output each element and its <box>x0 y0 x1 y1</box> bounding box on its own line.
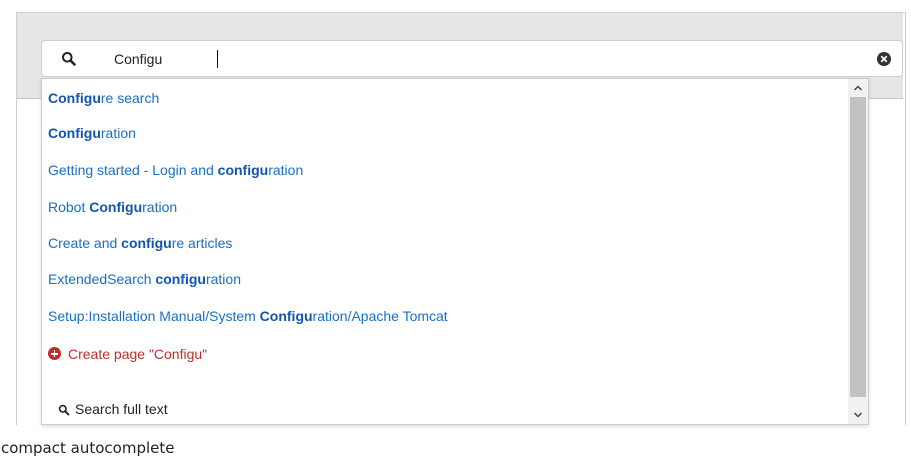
result-match-text: Configu <box>259 308 313 324</box>
scroll-up-arrow-icon[interactable] <box>848 79 868 97</box>
result-match-text: Configu <box>48 125 101 141</box>
cropped-text-fragment <box>330 0 335 6</box>
plus-circle-icon <box>48 347 61 360</box>
result-item[interactable]: Create and configure articles <box>48 232 232 254</box>
result-text: ration/Apache Tomcat <box>312 308 448 324</box>
result-text: Setup:Installation Manual/System <box>48 308 260 324</box>
result-text: re search <box>100 90 160 106</box>
text-caret <box>217 50 218 68</box>
cropped-text-line <box>0 0 911 8</box>
result-text: Getting started - Login and <box>48 162 218 178</box>
create-page-label: Create page "Configu" <box>68 346 208 362</box>
scroll-down-arrow-icon[interactable] <box>848 406 868 424</box>
result-text: ration <box>205 271 241 287</box>
result-item[interactable]: Setup:Installation Manual/System Configu… <box>48 305 448 327</box>
result-item[interactable]: Robot Configuration <box>48 196 177 218</box>
result-text: ExtendedSearch <box>48 271 156 287</box>
result-item[interactable]: Getting started - Login and configuratio… <box>48 159 303 181</box>
result-text: re articles <box>171 235 233 251</box>
result-match-text: Configu <box>89 199 143 215</box>
result-item[interactable]: Configuration <box>48 122 136 144</box>
result-item[interactable]: ExtendedSearch configuration <box>48 268 241 290</box>
search-full-text-button[interactable]: Search full text <box>58 398 168 420</box>
result-match-text: Configu <box>48 90 101 106</box>
result-text: Create and <box>48 235 122 251</box>
result-item[interactable]: Configure search <box>48 87 159 109</box>
search-full-text-label: Search full text <box>75 401 168 417</box>
cropped-text-fragment <box>120 0 125 6</box>
create-page-link[interactable]: Create page "Configu" <box>48 343 207 365</box>
result-text: ration <box>100 125 136 141</box>
search-input[interactable] <box>114 48 814 70</box>
result-text: Robot <box>48 199 90 215</box>
scrollbar-thumb[interactable] <box>850 97 866 397</box>
result-text: ration <box>142 199 178 215</box>
scrollbar[interactable] <box>848 79 868 424</box>
result-text: ration <box>268 162 304 178</box>
search-box[interactable] <box>41 40 903 77</box>
result-match-text: configu <box>155 271 206 287</box>
autocomplete-dropdown: Configure search Configuration Getting sta… <box>41 78 869 425</box>
search-icon <box>58 400 70 422</box>
clear-icon[interactable] <box>877 52 891 66</box>
search-icon <box>61 51 77 67</box>
result-match-text: configu <box>217 162 269 178</box>
result-match-text: configu <box>121 235 172 251</box>
caption-text: compact autocomplete <box>1 439 175 457</box>
